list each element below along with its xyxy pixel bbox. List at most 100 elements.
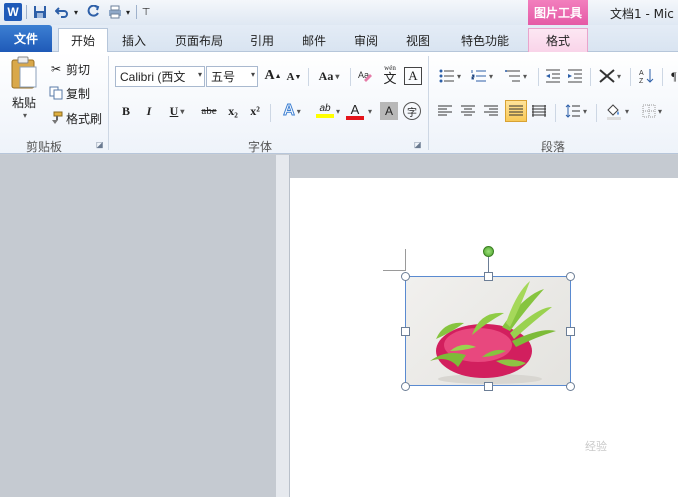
tab-references[interactable]: 引用 <box>240 28 284 52</box>
shrink-font-button[interactable]: A ▼ <box>285 68 303 86</box>
format-painter-button[interactable]: 格式刷 <box>48 109 102 127</box>
chevron-down-icon: ▾ <box>22 111 27 120</box>
shading-button[interactable]: ▾ <box>602 100 632 122</box>
numbering-icon <box>471 70 486 82</box>
font-color-bar <box>346 115 364 120</box>
font-color-button[interactable]: A <box>344 100 366 122</box>
numbering-button[interactable]: ▾ <box>468 67 496 85</box>
bullets-button[interactable]: ▾ <box>436 67 464 85</box>
tab-home[interactable]: 开始 <box>58 28 108 52</box>
resize-handle-top-left[interactable] <box>401 272 410 281</box>
tab-file[interactable]: 文件 <box>0 25 52 52</box>
sort-button[interactable]: AZ <box>638 67 656 85</box>
copy-button[interactable]: 复制 <box>48 84 90 102</box>
title-bar: W ▾ ▾ ⊤ 图片工具 文档1 - Mic <box>0 0 678 25</box>
redo-icon[interactable] <box>84 3 102 21</box>
justify-button[interactable] <box>505 100 527 122</box>
italic-icon: I <box>146 103 152 118</box>
customize-qat-icon[interactable]: ⊤ <box>141 3 151 21</box>
highlighter-icon: ab <box>319 103 331 114</box>
paste-button[interactable]: 粘贴 ▾ <box>6 56 42 128</box>
distributed-button[interactable] <box>530 102 548 120</box>
multilevel-list-button[interactable]: ▾ <box>502 67 530 85</box>
cut-button[interactable]: ✂ 剪切 <box>48 60 90 78</box>
character-border-button[interactable]: A <box>404 67 422 85</box>
bullets-icon <box>439 69 454 83</box>
scissors-icon: ✂ <box>50 62 62 76</box>
resize-handle-bottom-right[interactable] <box>566 382 575 391</box>
underline-button[interactable]: U ▾ <box>163 102 191 120</box>
chevron-down-icon[interactable]: ▾ <box>251 70 255 79</box>
chevron-down-icon[interactable]: ▾ <box>72 3 80 21</box>
resize-handle-top[interactable] <box>484 272 493 281</box>
tab-page-layout[interactable]: 页面布局 <box>166 28 232 52</box>
chevron-down-icon[interactable]: ▾ <box>336 107 340 116</box>
align-center-button[interactable] <box>459 102 477 120</box>
crop-mark <box>383 270 405 271</box>
align-left-icon <box>438 105 452 116</box>
rotate-handle[interactable] <box>483 246 494 257</box>
chevron-down-icon[interactable]: ▾ <box>124 3 132 21</box>
chevron-down-icon: ▾ <box>296 106 301 116</box>
font-color-icon: A <box>350 101 360 117</box>
align-left-button[interactable] <box>436 102 454 120</box>
subscript-button[interactable]: x₂ <box>224 102 242 120</box>
clear-format-button[interactable]: Aa <box>356 67 374 85</box>
chevron-down-icon: ▾ <box>616 71 621 81</box>
strikethrough-button[interactable]: abe <box>198 102 220 120</box>
tab-insert[interactable]: 插入 <box>112 28 156 52</box>
quick-print-icon[interactable] <box>106 3 124 21</box>
phonetic-char-text: 文 <box>383 71 397 86</box>
grow-font-button[interactable]: A ▲ <box>264 67 282 85</box>
chinese-layout-button[interactable]: ▾ <box>596 67 624 85</box>
text-effects-button[interactable]: A ▾ <box>278 102 306 120</box>
copy-icon <box>48 86 64 100</box>
font-size-combo[interactable]: 五号 ▾ <box>206 66 258 87</box>
show-marks-button[interactable]: ¶ <box>668 67 678 85</box>
resize-handle-bottom[interactable] <box>484 382 493 391</box>
format-painter-label: 格式刷 <box>66 111 103 126</box>
italic-button[interactable]: I <box>140 102 158 120</box>
inserted-picture[interactable] <box>405 276 571 386</box>
text-effects-icon: A <box>283 102 296 120</box>
borders-icon <box>642 104 656 118</box>
distributed-icon <box>532 105 546 117</box>
tab-view[interactable]: 视图 <box>396 28 440 52</box>
resize-handle-bottom-left[interactable] <box>401 382 410 391</box>
font-name-combo[interactable]: Calibri (西文 ▾ <box>115 66 205 87</box>
superscript-button[interactable]: x² <box>246 102 264 120</box>
bold-button[interactable]: B <box>117 102 135 120</box>
tab-picture-format[interactable]: 格式 <box>528 28 588 52</box>
borders-button[interactable]: ▾ <box>638 102 666 120</box>
change-case-button[interactable]: Aa ▾ <box>316 67 342 85</box>
resize-handle-right[interactable] <box>566 327 575 336</box>
decrease-indent-button[interactable] <box>544 67 562 85</box>
tab-special-features[interactable]: 特色功能 <box>450 28 520 52</box>
character-shading-button[interactable]: A <box>380 102 398 120</box>
resize-handle-left[interactable] <box>401 327 410 336</box>
tab-mailings[interactable]: 邮件 <box>292 28 336 52</box>
group-divider <box>428 56 429 150</box>
increase-indent-button[interactable] <box>566 67 584 85</box>
phonetic-guide-button[interactable]: wén 文 <box>380 63 400 87</box>
chevron-down-icon[interactable]: ▾ <box>198 70 202 79</box>
save-icon[interactable] <box>31 3 49 21</box>
divider <box>630 68 631 86</box>
multilevel-list-icon <box>504 70 520 82</box>
undo-icon[interactable] <box>53 3 71 21</box>
line-spacing-button[interactable]: ▾ <box>562 102 590 120</box>
word-app-icon[interactable]: W <box>4 3 22 21</box>
chevron-down-icon[interactable]: ▾ <box>368 107 372 116</box>
sort-icon: AZ <box>639 69 654 84</box>
divider <box>350 68 351 86</box>
chinese-layout-icon <box>599 69 615 83</box>
align-right-button[interactable] <box>482 102 500 120</box>
increase-indent-icon <box>568 69 582 83</box>
enclose-characters-button[interactable]: 字 <box>403 102 421 120</box>
dialog-launcher-icon[interactable]: ◪ <box>414 140 422 149</box>
tab-review[interactable]: 审阅 <box>344 28 388 52</box>
resize-handle-top-right[interactable] <box>566 272 575 281</box>
dialog-launcher-icon[interactable]: ◪ <box>96 140 104 149</box>
subscript-icon: x₂ <box>228 103 238 118</box>
vertical-ruler <box>276 155 290 497</box>
